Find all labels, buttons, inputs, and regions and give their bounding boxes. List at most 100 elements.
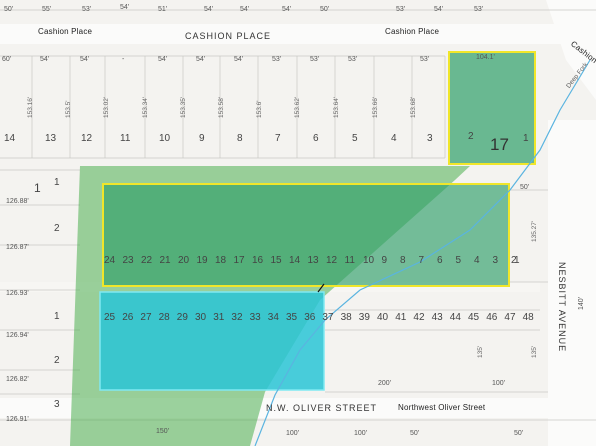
bottom-lot-42[interactable]: 42 (413, 313, 424, 323)
bottom-lot-47[interactable]: 47 (504, 313, 515, 323)
east-dim-bottom: 100' (492, 380, 506, 387)
north-lot-5[interactable]: 5 (352, 134, 358, 144)
middle-lot-12[interactable]: 12 (326, 256, 337, 266)
middle-lot-8[interactable]: 8 (400, 256, 406, 266)
middle-lot-5[interactable]: 5 (456, 256, 462, 266)
middle-lot-10[interactable]: 10 (363, 256, 374, 266)
dim-top-5: 54' (204, 6, 214, 13)
hl-ne-small-right: 1 (523, 133, 529, 144)
dim-front-10: 53' (420, 56, 430, 63)
bottom-lot-48[interactable]: 48 (523, 313, 534, 323)
north-lot-9[interactable]: 9 (199, 134, 205, 144)
middle-lot-7[interactable]: 7 (419, 256, 425, 266)
north-lot-3[interactable]: 3 (427, 134, 433, 144)
east-dim-width: 140' (578, 296, 585, 310)
depth-2: 153.02' (103, 96, 110, 118)
dim-top-1: 55' (42, 6, 52, 13)
middle-lot-13[interactable]: 13 (308, 256, 319, 266)
bottom-lot-46[interactable]: 46 (486, 313, 497, 323)
middle-lot-23[interactable]: 23 (123, 256, 134, 266)
highlight-parcel-cyan[interactable] (99, 291, 325, 391)
bottom-lot-40[interactable]: 40 (377, 313, 388, 323)
depth-6: 153.6' (256, 100, 263, 118)
street-label-northwest-oliver: Northwest Oliver Street (398, 403, 486, 412)
street-label-cashion-right: Cashion Place (385, 27, 440, 36)
bottom-lot-28[interactable]: 28 (159, 313, 170, 323)
bottom-lot-32[interactable]: 32 (231, 313, 242, 323)
bottom-lot-25[interactable]: 25 (104, 313, 115, 323)
middle-lot-16[interactable]: 16 (252, 256, 263, 266)
middle-lot-24[interactable]: 24 (104, 256, 115, 266)
middle-lot-19[interactable]: 19 (197, 256, 208, 266)
west-dim-2: 126.93' (6, 290, 29, 297)
east-dim-depth: 135.27' (531, 220, 538, 242)
middle-lot-6[interactable]: 6 (437, 256, 443, 266)
north-lot-10[interactable]: 10 (159, 134, 170, 144)
dim-top-8: 50' (320, 6, 330, 13)
bottom-lot-38[interactable]: 38 (341, 313, 352, 323)
bottom-lot-30[interactable]: 30 (195, 313, 206, 323)
bottom-lot-26[interactable]: 26 (122, 313, 133, 323)
bottom-lot-39[interactable]: 39 (359, 313, 370, 323)
dim-top-11: 53' (474, 6, 484, 13)
dim-top-6: 54' (240, 6, 250, 13)
west-col-2b[interactable]: 2 (54, 356, 60, 366)
middle-lot-14[interactable]: 14 (289, 256, 300, 266)
bottom-lot-44[interactable]: 44 (450, 313, 461, 323)
middle-lot-9[interactable]: 9 (382, 256, 388, 266)
west-dim-0: 126.88' (6, 198, 29, 205)
north-lot-6[interactable]: 6 (313, 134, 319, 144)
hl-ne-lot-17[interactable]: 17 (490, 136, 509, 153)
west-dim-1: 126.87' (6, 244, 29, 251)
parcel-map[interactable]: 50' 55' 53' 54' 51' 54' 54' 54' 50' 53' … (0, 0, 596, 446)
bottom-lot-45[interactable]: 45 (468, 313, 479, 323)
bottom-lot-36[interactable]: 36 (304, 313, 315, 323)
north-lot-4[interactable]: 4 (391, 134, 397, 144)
dim-top-3: 54' (120, 4, 130, 11)
north-lot-14[interactable]: 14 (4, 134, 15, 144)
middle-lot-22[interactable]: 22 (141, 256, 152, 266)
middle-lot-4[interactable]: 4 (474, 256, 480, 266)
west-col-3[interactable]: 3 (54, 400, 60, 410)
west-block-lot-1[interactable]: 1 (34, 182, 41, 194)
north-lot-12[interactable]: 12 (81, 134, 92, 144)
middle-lot-3[interactable]: 3 (493, 256, 499, 266)
west-dim-3: 126.94' (6, 332, 29, 339)
middle-lot-18[interactable]: 18 (215, 256, 226, 266)
west-col-1[interactable]: 1 (54, 178, 60, 188)
bottom-lot-34[interactable]: 34 (268, 313, 279, 323)
hl-ne-dim: 104.1' (476, 54, 495, 61)
depth-7: 153.62' (294, 96, 301, 118)
middle-lot-20[interactable]: 20 (178, 256, 189, 266)
bottom-lot-33[interactable]: 33 (250, 313, 261, 323)
north-lot-13[interactable]: 13 (45, 134, 56, 144)
west-col-2[interactable]: 2 (54, 224, 60, 234)
bottom-lot-43[interactable]: 43 (432, 313, 443, 323)
north-lot-7[interactable]: 7 (275, 134, 281, 144)
dim-top-10: 54' (434, 6, 444, 13)
middle-lot-15[interactable]: 15 (271, 256, 282, 266)
east-dim-top: 50' (520, 184, 530, 191)
depth-1: 153.5' (65, 100, 72, 118)
bottom-lot-27[interactable]: 27 (140, 313, 151, 323)
dim-front-5: 54' (196, 56, 206, 63)
middle-lot-11[interactable]: 11 (345, 256, 355, 266)
middle-lot-2[interactable]: 2 (511, 256, 517, 266)
dim-front-3: - (122, 56, 125, 63)
bottom-lot-41[interactable]: 41 (395, 313, 406, 323)
south-dim-100b: 100' (354, 430, 368, 437)
bottom-lot-35[interactable]: 35 (286, 313, 297, 323)
west-col-1b[interactable]: 1 (54, 312, 60, 322)
middle-lot-21[interactable]: 21 (160, 256, 171, 266)
bottom-lot-29[interactable]: 29 (177, 313, 188, 323)
north-lot-8[interactable]: 8 (237, 134, 243, 144)
bottom-lot-37[interactable]: 37 (322, 313, 333, 323)
middle-lot-17[interactable]: 17 (234, 256, 245, 266)
south-dim-150: 150' (156, 428, 170, 435)
south-dim-50a: 50' (410, 430, 420, 437)
bottom-lot-31[interactable]: 31 (213, 313, 224, 323)
nesbitt-avenue-road (548, 120, 596, 446)
highlight-parcel-middle-block[interactable] (102, 183, 510, 287)
dim-front-8: 53' (310, 56, 320, 63)
north-lot-11[interactable]: 11 (120, 134, 130, 144)
